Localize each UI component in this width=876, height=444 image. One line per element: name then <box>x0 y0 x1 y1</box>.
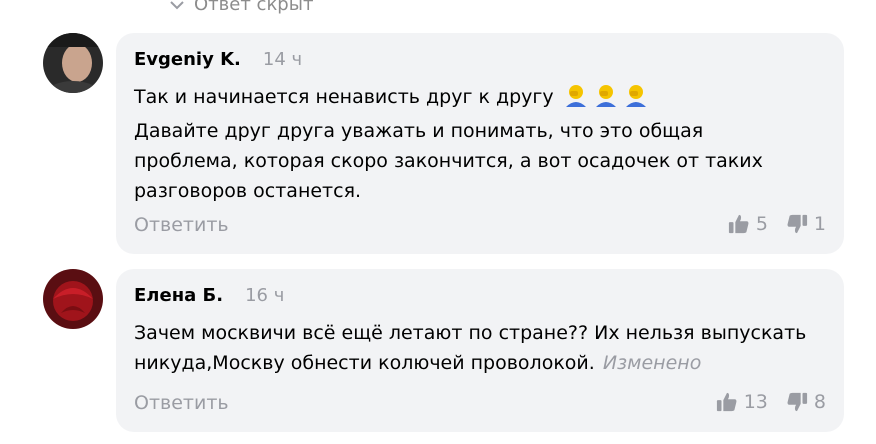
thumbs-down-icon <box>787 214 807 234</box>
comment-bubble: Елена Б. 16 ч Зачем москвичи всё ещё лет… <box>116 269 844 432</box>
edited-label: Изменено <box>602 352 702 374</box>
chevron-down-icon <box>170 0 184 9</box>
comment-text: Зачем москвичи всё ещё летают по стране?… <box>134 318 824 378</box>
comment-line: разговоров останется. <box>134 180 362 202</box>
facepalm-icon <box>564 83 648 116</box>
reply-button[interactable]: Ответить <box>134 214 229 236</box>
comment-author[interactable]: Evgeniy K. <box>134 49 241 70</box>
hidden-answer-label: Ответ скрыт <box>194 0 314 15</box>
avatar[interactable] <box>43 33 103 93</box>
comment-author[interactable]: Елена Б. <box>134 285 223 306</box>
thumbs-up-icon <box>716 392 737 412</box>
comment-time: 14 ч <box>262 49 303 70</box>
comment-bubble: Evgeniy K. 14 ч Так и начинается ненавис… <box>116 33 844 254</box>
comment-line: проблема, которая скоро закончится, а во… <box>134 150 763 172</box>
like-count: 5 <box>755 213 768 235</box>
dislike-button[interactable]: 1 <box>786 213 826 235</box>
comment-time: 16 ч <box>245 285 285 306</box>
thumbs-down-icon <box>787 392 807 412</box>
comment-line: Давайте друг друга уважать и понимать, ч… <box>134 120 704 142</box>
avatar[interactable] <box>43 269 103 329</box>
hidden-answer-toggle[interactable]: Ответ скрыт <box>170 0 313 15</box>
dislike-count: 1 <box>813 213 826 235</box>
reply-button[interactable]: Ответить <box>134 392 229 414</box>
comment-line: Зачем москвичи всё ещё летают по стране?… <box>134 322 807 344</box>
like-button[interactable]: 13 <box>716 391 768 413</box>
dislike-count: 8 <box>813 391 826 413</box>
like-count: 13 <box>743 391 768 413</box>
thumbs-up-icon <box>728 214 749 234</box>
like-button[interactable]: 5 <box>728 213 768 235</box>
dislike-button[interactable]: 8 <box>786 391 826 413</box>
comment-text: Так и начинается ненависть друг к другу <box>134 82 824 206</box>
comment-line: никуда,Москву обнести колючей проволокой… <box>134 352 595 374</box>
comment-line: Так и начинается ненависть друг к другу <box>134 86 554 108</box>
